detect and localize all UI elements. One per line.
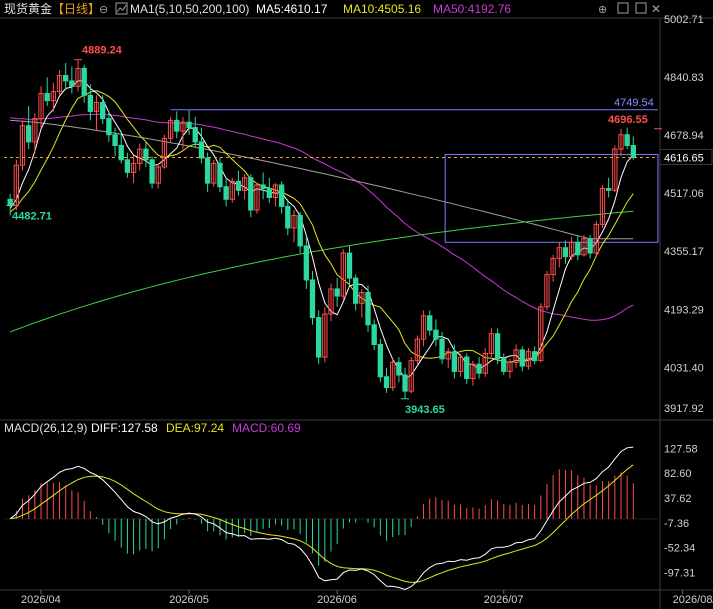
y-tick-label: 4355.17 xyxy=(664,246,704,258)
candle-body xyxy=(365,292,371,326)
search-icon[interactable]: ⊕ xyxy=(598,4,607,16)
candle-body xyxy=(396,361,402,376)
candle-body xyxy=(476,363,482,374)
background xyxy=(0,0,713,609)
candle-body xyxy=(63,75,69,82)
candle-body xyxy=(278,184,285,207)
candle-body xyxy=(26,125,32,143)
settings-icon[interactable]: ⊖ xyxy=(99,4,108,16)
candle-body xyxy=(575,241,581,256)
candle-body xyxy=(297,214,303,247)
candle-body xyxy=(260,184,266,190)
x-tick-label: 2026/04 xyxy=(21,594,61,606)
candle-body xyxy=(204,157,211,184)
candle-body xyxy=(192,127,198,143)
macd-dea-label: DEA:97.24 xyxy=(166,421,224,435)
candle-body xyxy=(124,159,131,173)
macd-y-tick-label: -52.34 xyxy=(664,543,695,555)
x-tick-label: 2026/05 xyxy=(169,594,209,606)
candle-body xyxy=(112,134,118,146)
candle-body xyxy=(143,148,149,161)
high-price-label: 4889.24 xyxy=(82,45,123,57)
candle-body xyxy=(402,374,408,392)
ma-indicator-label[interactable]: MA1(5,10,50,200,100) xyxy=(130,2,249,16)
candle-body xyxy=(186,121,192,129)
candle-body xyxy=(235,180,242,191)
resistance-label: 4749.54 xyxy=(614,97,654,109)
y-tick-label: 4840.83 xyxy=(664,72,704,84)
y-tick-label: 3917.92 xyxy=(664,403,704,415)
candle-body xyxy=(433,329,439,340)
current-price-label: 4616.65 xyxy=(664,152,704,164)
x-tick-label: 2026/08/21 星期五 xyxy=(673,593,713,606)
y-tick-label: 5002.71 xyxy=(664,14,704,26)
ma10-label: MA10:4505.16 xyxy=(343,2,421,16)
candle-body xyxy=(531,351,538,362)
y-tick-label: 4193.29 xyxy=(664,304,704,316)
candle-body xyxy=(501,358,507,372)
candle-body xyxy=(174,119,180,132)
chart-canvas: 现货黄金 【日线】 ⊖ MA1(5,10,50,200,100) MA5:461… xyxy=(0,0,713,609)
period-label[interactable]: 【日线】 xyxy=(52,2,100,16)
y-tick-label: 4517.06 xyxy=(664,188,704,200)
candle-body xyxy=(519,349,525,367)
candle-body xyxy=(285,205,291,229)
candle-body xyxy=(383,376,390,389)
candle-body xyxy=(587,238,593,254)
candle-body xyxy=(334,288,340,297)
candle-body xyxy=(624,134,630,146)
macd-value-label: MACD:60.69 xyxy=(232,421,301,435)
candle-body xyxy=(69,80,75,87)
x-tick-label: 2026/06 xyxy=(317,594,357,606)
macd-y-tick-label: 82.60 xyxy=(664,468,692,480)
ma50-label: MA50:4192.76 xyxy=(433,2,511,16)
close-icon[interactable]: ✕ xyxy=(651,2,661,16)
macd-y-tick-label: 37.62 xyxy=(664,493,692,505)
candle-body xyxy=(309,279,316,319)
macd-y-tick-label: 127.58 xyxy=(664,443,698,455)
candle-body xyxy=(223,186,229,200)
candle-body xyxy=(87,94,94,112)
candle-body xyxy=(149,159,155,184)
start-price-label: 4482.71 xyxy=(12,210,52,222)
macd-title: MACD(26,12,9) xyxy=(4,421,87,435)
macd-y-tick-label: -97.31 xyxy=(664,568,695,580)
y-tick-label: 4678.94 xyxy=(664,130,704,142)
candle-body xyxy=(427,315,433,331)
x-tick-label: 2026/07 xyxy=(484,594,524,606)
candle-body xyxy=(494,333,501,360)
candle-body xyxy=(630,144,636,158)
candle-body xyxy=(377,344,384,378)
candle-body xyxy=(316,317,322,358)
candle-body xyxy=(303,245,309,281)
candle-body xyxy=(371,324,377,346)
candle-body xyxy=(451,351,458,372)
candle-body xyxy=(439,338,445,360)
ma5-label: MA5:4610.17 xyxy=(256,2,328,16)
candle-body xyxy=(106,118,112,136)
candle-body xyxy=(248,177,254,211)
candle-body xyxy=(81,67,87,96)
candle-body xyxy=(346,252,353,279)
macd-diff-label: DIFF:127.58 xyxy=(91,421,158,435)
candle-body xyxy=(217,162,223,188)
low-price-label: 3943.65 xyxy=(405,404,445,416)
candle-body xyxy=(353,277,359,304)
macd-y-tick-label: -7.36 xyxy=(664,518,689,530)
candle-body xyxy=(198,141,205,159)
recent-high-label: 4696.55 xyxy=(608,114,648,126)
candle-body xyxy=(605,188,612,191)
candle-body xyxy=(562,247,569,258)
candle-body xyxy=(100,101,106,120)
candle-body xyxy=(266,188,272,198)
candle-body xyxy=(464,356,470,380)
candle-body xyxy=(7,198,13,206)
y-tick-label: 4031.40 xyxy=(664,362,704,374)
symbol-title: 现货黄金 xyxy=(4,1,52,16)
candle-body xyxy=(44,92,50,102)
